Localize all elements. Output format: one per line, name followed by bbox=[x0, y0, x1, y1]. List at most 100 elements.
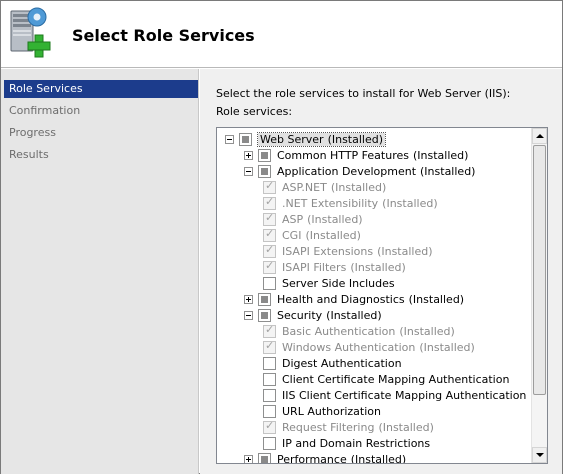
sidebar-item-confirmation[interactable]: Confirmation bbox=[4, 102, 198, 120]
tree-item-checkbox bbox=[263, 195, 276, 210]
tree-item-checkbox[interactable] bbox=[258, 293, 271, 306]
tree-item-name: Web Server bbox=[260, 133, 324, 146]
collapse-icon[interactable] bbox=[244, 311, 253, 320]
tree-item-checkbox[interactable] bbox=[263, 389, 276, 402]
tree-item[interactable]: IIS Client Certificate Mapping Authentic… bbox=[217, 388, 533, 404]
collapse-icon[interactable] bbox=[244, 167, 253, 176]
tree-item[interactable]: Windows Authentication(Installed) bbox=[217, 339, 533, 356]
tree-item-checkbox[interactable] bbox=[258, 149, 271, 162]
tree-item-name: ASP bbox=[282, 213, 304, 226]
tree-item-status: (Installed) bbox=[350, 261, 406, 274]
scrollbar-thumb[interactable] bbox=[533, 145, 546, 395]
tree-item-checkbox[interactable] bbox=[258, 453, 271, 463]
tree-item-label: .NET Extensibility (Installed) bbox=[282, 197, 438, 210]
sidebar-item-role-services[interactable]: Role Services bbox=[4, 80, 198, 98]
page-title: Select Role Services bbox=[72, 26, 255, 45]
tree-item[interactable]: Basic Authentication(Installed) bbox=[217, 323, 533, 340]
tree-item-label: Web Server (Installed) bbox=[256, 132, 387, 147]
sidebar-item-results[interactable]: Results bbox=[4, 146, 198, 164]
tree-item-checkbox bbox=[263, 211, 276, 226]
tree-item-label: Basic Authentication (Installed) bbox=[282, 325, 455, 338]
expand-icon[interactable] bbox=[244, 455, 253, 463]
tree-item-checkbox bbox=[263, 323, 276, 338]
tree-item-status: (Installed) bbox=[330, 181, 387, 194]
tree-item[interactable]: ASP(Installed) bbox=[217, 211, 533, 228]
tree-item-checkbox[interactable] bbox=[258, 309, 271, 322]
expand-icon[interactable] bbox=[244, 295, 253, 304]
tree-item[interactable]: .NET Extensibility(Installed) bbox=[217, 195, 533, 212]
tree-item-label: ISAPI Extensions (Installed) bbox=[282, 245, 433, 258]
tree-item-status: (Installed) bbox=[305, 229, 361, 242]
expand-icon[interactable] bbox=[244, 151, 253, 160]
tree-item-checkbox[interactable] bbox=[263, 437, 276, 450]
scroll-down-button[interactable] bbox=[532, 447, 547, 463]
tree-item-label: ISAPI Filters (Installed) bbox=[282, 261, 406, 274]
tree-item-name: Application Development bbox=[277, 165, 417, 178]
tree-item-status: (Installed) bbox=[350, 453, 407, 464]
tree-item-checkbox[interactable] bbox=[263, 357, 276, 370]
tree-item-label: Performance (Installed) bbox=[277, 453, 407, 464]
tree-item[interactable]: Security (Installed) bbox=[217, 308, 533, 324]
tree-item-checkbox[interactable] bbox=[263, 405, 276, 418]
wizard-sidebar: Role Services Confirmation Progress Resu… bbox=[1, 69, 199, 474]
scroll-up-button[interactable] bbox=[532, 128, 547, 144]
tree-item-name: Request Filtering bbox=[282, 421, 375, 434]
tree-item-name: Server Side Includes bbox=[282, 277, 395, 290]
tree-item-label: URL Authorization bbox=[282, 405, 381, 418]
tree-item-checkbox[interactable] bbox=[263, 373, 276, 386]
sidebar-item-progress[interactable]: Progress bbox=[4, 124, 198, 142]
tree-item-checkbox bbox=[263, 259, 276, 274]
tree-item-label: ASP (Installed) bbox=[282, 213, 363, 226]
tree-item-status: (Installed) bbox=[420, 165, 476, 178]
tree-scrollbar[interactable] bbox=[531, 128, 547, 463]
tree-item-label: IP and Domain Restrictions bbox=[282, 437, 430, 450]
tree-item-name: CGI bbox=[282, 229, 302, 242]
tree-item-label: Windows Authentication (Installed) bbox=[282, 341, 475, 354]
tree-item[interactable]: Client Certificate Mapping Authenticatio… bbox=[217, 372, 533, 388]
tree-item[interactable]: Common HTTP Features (Installed) bbox=[217, 148, 533, 164]
tree-item-name: IP and Domain Restrictions bbox=[282, 437, 431, 450]
tree-item-status: (Installed) bbox=[307, 213, 363, 226]
tree-item[interactable]: ASP.NET(Installed) bbox=[217, 179, 533, 196]
wizard-window: Select Role Services Role Services Confi… bbox=[0, 0, 563, 474]
tree-item-status: (Installed) bbox=[419, 341, 475, 354]
tree-item[interactable]: ISAPI Extensions(Installed) bbox=[217, 243, 533, 260]
tree-item-checkbox bbox=[263, 227, 276, 242]
tree-item[interactable]: Health and Diagnostics (Installed) bbox=[217, 292, 533, 308]
tree-item-checkbox[interactable] bbox=[263, 277, 276, 290]
tree-item-checkbox[interactable] bbox=[239, 133, 252, 146]
collapse-icon[interactable] bbox=[225, 135, 234, 144]
tree-item-name: .NET Extensibility bbox=[282, 197, 379, 210]
tree-item-name: Basic Authentication bbox=[282, 325, 396, 338]
tree-item-label: Client Certificate Mapping Authenticatio… bbox=[282, 373, 509, 386]
tree-item-name: Performance bbox=[277, 453, 347, 464]
role-services-tree[interactable]: Web Server (Installed) Common HTTP Feature… bbox=[216, 127, 548, 464]
tree-item[interactable]: IP and Domain Restrictions bbox=[217, 436, 533, 452]
tree-item[interactable]: Server Side Includes bbox=[217, 276, 533, 292]
tree-item-label: Common HTTP Features (Installed) bbox=[277, 149, 468, 162]
tree-item[interactable]: Digest Authentication bbox=[217, 356, 533, 372]
tree-item[interactable]: Performance (Installed) bbox=[217, 452, 533, 464]
tree-item-label: Application Development (Installed) bbox=[277, 165, 475, 178]
tree-item-checkbox bbox=[263, 339, 276, 354]
tree-item[interactable]: CGI(Installed) bbox=[217, 227, 533, 244]
tree-item-label: Server Side Includes bbox=[282, 277, 395, 290]
tree-item-checkbox bbox=[263, 243, 276, 258]
instruction-text: Select the role services to install for … bbox=[216, 87, 511, 100]
tree-item[interactable]: URL Authorization bbox=[217, 404, 533, 420]
tree-item-status: (Installed) bbox=[377, 245, 433, 258]
tree-item-status: (Installed) bbox=[327, 133, 384, 146]
tree-item-status: (Installed) bbox=[382, 197, 438, 210]
tree-item[interactable]: ISAPI Filters(Installed) bbox=[217, 259, 533, 276]
tree-item-name: Client Certificate Mapping Authenticatio… bbox=[282, 373, 510, 386]
tree-item-status: (Installed) bbox=[412, 149, 469, 162]
server-add-icon bbox=[10, 7, 51, 58]
tree-item[interactable]: Application Development (Installed) bbox=[217, 164, 533, 180]
tree-item-label: Security (Installed) bbox=[277, 309, 382, 322]
tree-item-label: IIS Client Certificate Mapping Authentic… bbox=[282, 389, 526, 402]
tree-item-checkbox[interactable] bbox=[258, 165, 271, 178]
tree-item-name: IIS Client Certificate Mapping Authentic… bbox=[282, 389, 527, 402]
tree-item-label: Request Filtering (Installed) bbox=[282, 421, 434, 434]
tree-item[interactable]: Web Server (Installed) bbox=[217, 132, 533, 148]
tree-item[interactable]: Request Filtering(Installed) bbox=[217, 419, 533, 436]
